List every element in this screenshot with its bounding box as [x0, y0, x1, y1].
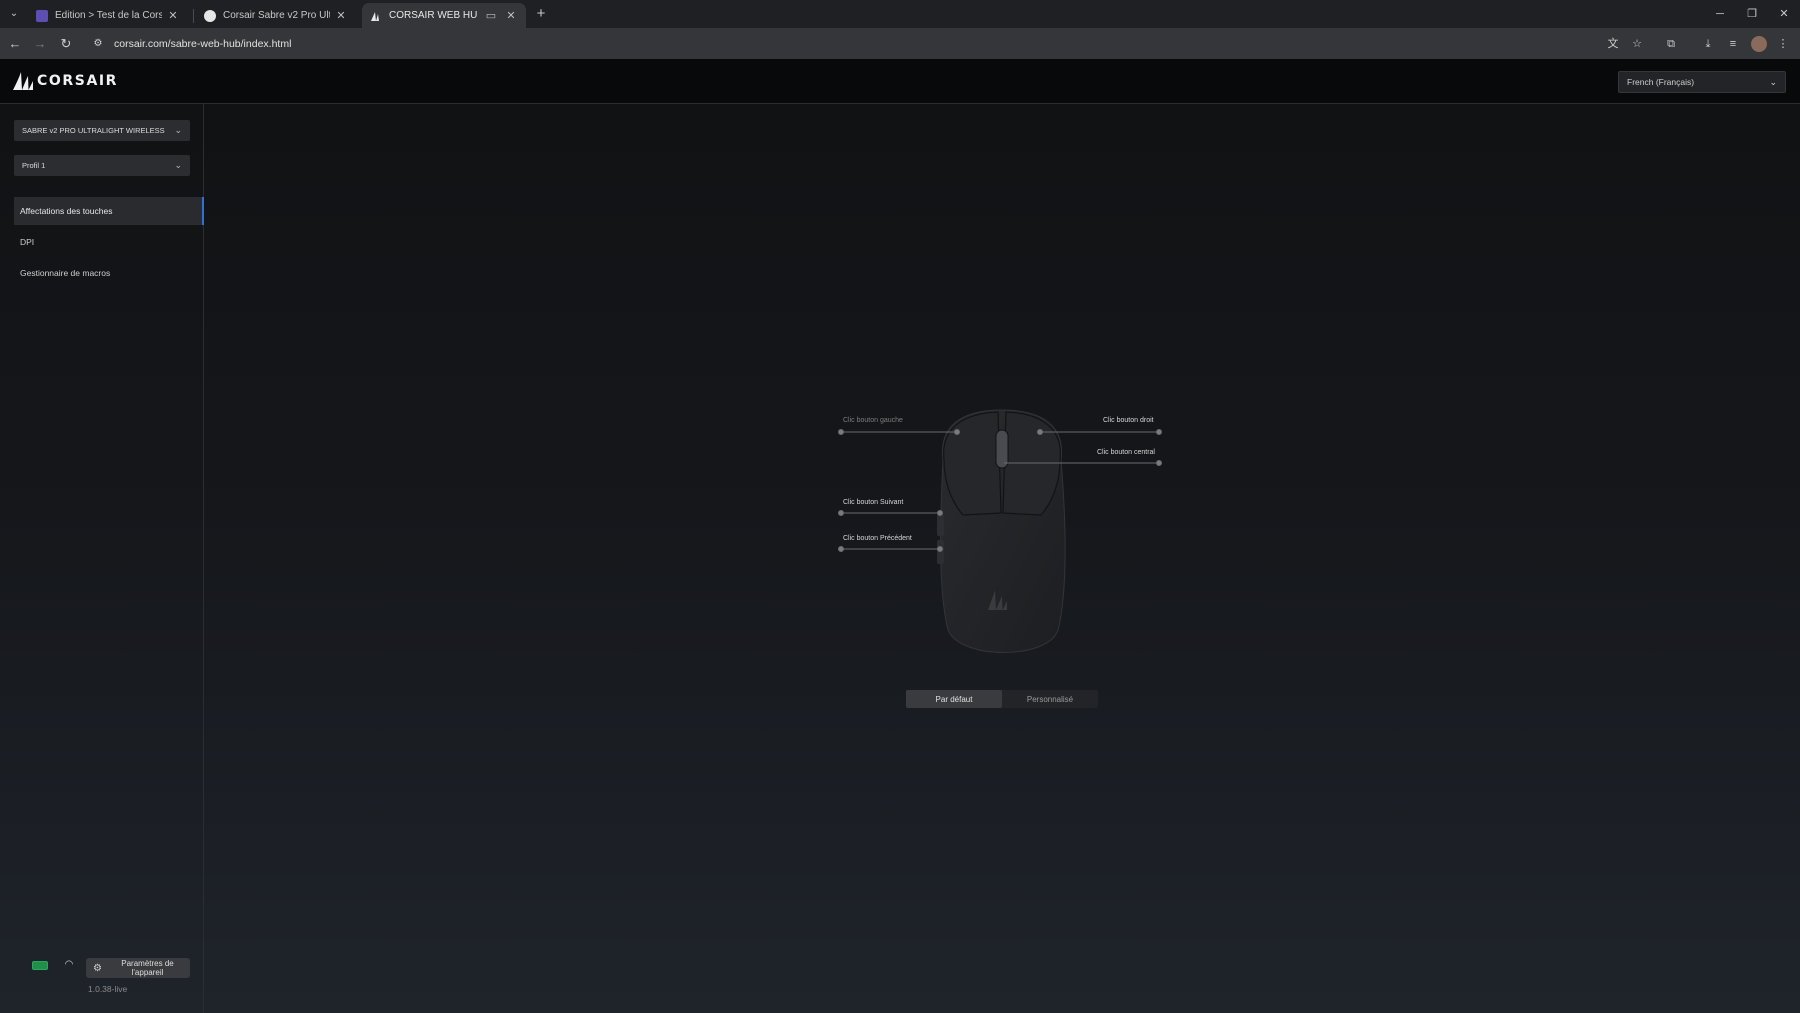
profile-select[interactable]: Profil 1 ⌄: [14, 155, 190, 176]
site-favicon-icon: [36, 9, 48, 22]
restore-icon[interactable]: ❐: [1740, 4, 1764, 24]
device-settings-label: Paramètres de l'appareil: [121, 959, 174, 977]
callout-back-click[interactable]: Clic bouton Précédent: [843, 535, 912, 542]
media-icon[interactable]: ▭: [482, 9, 500, 22]
tab-divider: [193, 9, 194, 23]
sidebar-item-key-assignments[interactable]: Affectations des touches: [14, 197, 204, 225]
close-window-icon[interactable]: ✕: [1772, 4, 1796, 24]
google-favicon-icon: [204, 9, 216, 22]
menu-kebab-icon[interactable]: ⋮: [1774, 35, 1792, 53]
browser-tab[interactable]: Corsair Sabre v2 Pro Ultralight ✕: [196, 3, 356, 28]
bookmark-star-icon[interactable]: ☆: [1628, 35, 1646, 53]
chevron-down-icon: ⌄: [1769, 76, 1777, 87]
corsair-favicon-icon: [371, 11, 379, 21]
battery-icon: [32, 961, 48, 970]
tab-title: CORSAIR WEB HUB: [389, 10, 478, 21]
forward-icon[interactable]: →: [31, 35, 49, 53]
browser-tab[interactable]: Edition > Test de la Corsair Sab ✕: [28, 3, 188, 28]
sidebar: SABRE v2 PRO ULTRALIGHT WIRELESS ⌄ Profi…: [0, 104, 204, 1013]
sidebar-item-label: Affectations des touches: [20, 206, 113, 216]
close-tab-icon[interactable]: ✕: [504, 9, 518, 22]
new-tab-icon[interactable]: +: [532, 5, 550, 23]
download-icon[interactable]: ⤓: [1699, 35, 1717, 53]
version-text: 1.0.38-live: [88, 984, 128, 994]
callout-left-click[interactable]: Clic bouton gauche: [843, 417, 903, 424]
language-select[interactable]: French (Français) ⌄: [1618, 71, 1786, 93]
tab-title: Corsair Sabre v2 Pro Ultralight: [223, 10, 330, 21]
close-tab-icon[interactable]: ✕: [334, 9, 348, 22]
device-name: SABRE v2 PRO ULTRALIGHT WIRELESS: [22, 126, 165, 135]
callout-right-click[interactable]: Clic bouton droit: [1103, 417, 1154, 424]
address-bar[interactable]: ⚙ corsair.com/sabre-web-hub/index.html: [84, 32, 1578, 56]
gear-icon: ⚙: [93, 962, 102, 974]
back-side-button: [937, 540, 944, 564]
site-info-icon[interactable]: ⚙: [90, 36, 106, 52]
mode-default-button[interactable]: Par défaut: [906, 690, 1002, 708]
callout-middle-click[interactable]: Clic bouton central: [1097, 449, 1155, 456]
mode-toggle: Par défaut Personnalisé: [906, 690, 1098, 708]
tab-title: Edition > Test de la Corsair Sab: [55, 10, 162, 21]
callout-forward-click[interactable]: Clic bouton Suivant: [843, 499, 903, 506]
wireless-icon: ◠: [64, 959, 74, 970]
device-settings-button[interactable]: ⚙ Paramètres de l'appareil: [86, 958, 190, 978]
scroll-wheel: [995, 429, 1009, 469]
sidebar-item-macro-manager[interactable]: Gestionnaire de macros: [14, 259, 204, 287]
mode-custom-button[interactable]: Personnalisé: [1002, 690, 1098, 708]
browser-toolbar: ← → ↻ ⚙ corsair.com/sabre-web-hub/index.…: [0, 28, 1800, 59]
sidebar-item-label: DPI: [20, 237, 35, 247]
profile-avatar[interactable]: [1751, 36, 1767, 52]
profile-name: Profil 1: [22, 161, 46, 170]
language-value: French (Français): [1627, 77, 1695, 87]
corsair-logo[interactable]: CORSAIR: [12, 71, 118, 91]
chevron-down-icon: ⌄: [174, 125, 182, 135]
device-select[interactable]: SABRE v2 PRO ULTRALIGHT WIRELESS ⌄: [14, 120, 190, 141]
sidebar-item-dpi[interactable]: DPI: [14, 228, 204, 256]
minimize-icon[interactable]: ─: [1708, 4, 1732, 24]
app-header: CORSAIR French (Français) ⌄: [0, 59, 1800, 104]
logo-wordmark: CORSAIR: [37, 73, 119, 89]
forward-side-button: [937, 514, 944, 536]
browser-tab-bar: ⌄ Edition > Test de la Corsair Sab ✕ Cor…: [0, 0, 1800, 28]
url-text: corsair.com/sabre-web-hub/index.html: [114, 38, 292, 50]
translate-icon[interactable]: 文: [1604, 35, 1622, 53]
tab-list-chevron-icon[interactable]: ⌄: [6, 6, 22, 22]
corsair-sails-icon: [13, 72, 33, 90]
reload-icon[interactable]: ↻: [57, 35, 75, 53]
sidebar-item-label: Gestionnaire de macros: [20, 268, 111, 278]
browser-tab-active[interactable]: CORSAIR WEB HUB ▭ ✕: [362, 3, 526, 28]
close-tab-icon[interactable]: ✕: [166, 9, 180, 22]
extensions-icon[interactable]: ⧉: [1662, 35, 1680, 53]
chevron-down-icon: ⌄: [174, 160, 182, 170]
media-controls-icon[interactable]: ≡: [1724, 35, 1742, 53]
back-icon[interactable]: ←: [6, 35, 24, 53]
